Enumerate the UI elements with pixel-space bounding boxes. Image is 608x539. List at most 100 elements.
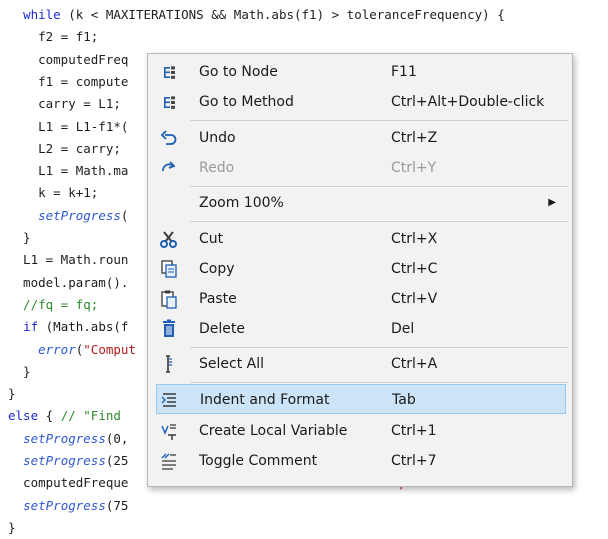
code-token: setProgress — [23, 453, 106, 468]
menu-separator — [190, 120, 568, 121]
code-token: L1 = Math.ma — [8, 163, 129, 179]
code-token: error — [38, 341, 76, 357]
code-line: } — [8, 361, 31, 383]
menu-separator — [190, 347, 568, 348]
menu-item-create-local-variable[interactable]: Create Local Variable Ctrl+1 — [156, 416, 566, 446]
menu-shortcut: Del — [391, 321, 415, 337]
menu-shortcut: Ctrl+7 — [391, 453, 437, 469]
menu-separator — [190, 382, 568, 383]
menu-item-undo[interactable]: Undo Ctrl+Z — [156, 123, 566, 153]
menu-shortcut: Ctrl+1 — [391, 423, 437, 439]
code-line: carry = L1; — [8, 93, 121, 115]
submenu-arrow-icon: ▶ — [548, 197, 556, 208]
code-token: // "Find — [60, 408, 121, 424]
menu-shortcut: Ctrl+C — [391, 261, 438, 277]
menu-separator — [190, 221, 568, 222]
code-line: L1 = Math.ma — [8, 160, 128, 182]
create-local-variable-icon — [156, 420, 182, 442]
code-token: } — [8, 519, 16, 535]
menu-shortcut: Ctrl+Y — [391, 160, 437, 176]
go-to-method-icon — [156, 91, 182, 113]
redo-icon — [156, 157, 182, 179]
menu-shortcut: Ctrl+A — [391, 356, 438, 372]
menu-item-delete[interactable]: Delete Del — [156, 314, 566, 344]
code-token: (75 — [105, 497, 129, 513]
code-token: else — [8, 408, 39, 424]
code-token: computedFreque — [8, 475, 129, 491]
code-line: setProgress(0, — [8, 428, 128, 450]
menu-label: Indent and Format — [200, 392, 330, 408]
menu-item-copy[interactable]: Copy Ctrl+C — [156, 254, 566, 284]
code-token: while — [23, 7, 61, 22]
menu-item-redo[interactable]: Redo Ctrl+Y — [156, 153, 566, 183]
code-token: carry = L1; — [8, 96, 121, 112]
code-token: } — [8, 386, 16, 402]
code-token: L1 = L1-f1*( — [8, 118, 129, 134]
menu-item-go-to-node[interactable]: Go to Node F11 — [156, 57, 566, 87]
menu-item-zoom[interactable]: Zoom 100% ▶ — [156, 188, 566, 218]
menu-shortcut: Ctrl+Z — [391, 130, 438, 146]
code-line: while (k < MAXITERATIONS && Math.abs(f1)… — [8, 4, 505, 26]
code-token: setProgress — [38, 207, 121, 223]
code-token: setProgress — [23, 497, 106, 513]
menu-item-cut[interactable]: Cut Ctrl+X — [156, 224, 566, 254]
code-token: (Math.abs(f — [38, 319, 129, 335]
menu-label: Copy — [199, 261, 235, 277]
menu-item-indent-and-format[interactable]: Indent and Format Tab — [156, 384, 566, 414]
code-line: } — [8, 517, 16, 539]
menu-label: Toggle Comment — [199, 453, 318, 469]
cut-icon — [156, 228, 182, 250]
code-token: f1 = compute — [8, 73, 129, 89]
menu-label: Go to Method — [199, 94, 294, 110]
code-line: } — [8, 383, 16, 405]
delete-icon — [156, 318, 182, 340]
select-all-icon — [156, 353, 182, 375]
menu-label: Redo — [199, 160, 235, 176]
code-line: //fq = fq; — [8, 294, 98, 316]
menu-label: Paste — [199, 291, 237, 307]
undo-icon — [156, 127, 182, 149]
code-line: setProgress( — [8, 205, 128, 227]
code-token: k = k+1; — [8, 185, 99, 201]
copy-icon — [156, 258, 182, 280]
menu-label: Create Local Variable — [199, 423, 348, 439]
indent-format-icon — [157, 389, 183, 411]
menu-label: Cut — [199, 231, 224, 247]
code-token: (25 — [105, 453, 129, 468]
menu-label: Zoom 100% — [199, 195, 284, 211]
context-menu: Go to Node F11 Go to Method Ctrl+Alt+Dou… — [147, 53, 573, 487]
menu-label: Undo — [199, 130, 236, 146]
code-line: f2 = f1; — [8, 26, 98, 48]
menu-shortcut: Ctrl+Alt+Double-click — [391, 94, 545, 110]
code-line: if (Math.abs(f — [8, 316, 128, 338]
code-token: //fq = fq; — [8, 296, 99, 312]
code-token: model.param(). — [8, 274, 129, 290]
code-line: } — [8, 227, 31, 249]
toggle-comment-icon — [156, 450, 182, 472]
menu-item-paste[interactable]: Paste Ctrl+V — [156, 284, 566, 314]
menu-item-go-to-method[interactable]: Go to Method Ctrl+Alt+Double-click — [156, 87, 566, 117]
code-token: { — [38, 408, 61, 424]
code-line: computedFreq — [8, 49, 128, 71]
code-token: L2 = carry; — [8, 140, 121, 156]
go-to-node-icon — [156, 61, 182, 83]
code-line: k = k+1; — [8, 182, 98, 204]
code-token: (k < MAXITERATIONS && Math.abs(f1) > tol… — [60, 7, 505, 22]
menu-item-toggle-comment[interactable]: Toggle Comment Ctrl+7 — [156, 446, 566, 476]
menu-shortcut: Tab — [392, 392, 416, 408]
menu-item-select-all[interactable]: Select All Ctrl+A — [156, 349, 566, 379]
code-line: else { // "Find — [8, 405, 121, 427]
code-token: ( — [120, 207, 129, 223]
code-line: model.param(). — [8, 272, 128, 294]
menu-label: Go to Node — [199, 64, 278, 80]
menu-label: Select All — [199, 356, 264, 372]
code-token: computedFreq — [8, 51, 129, 67]
menu-separator — [190, 186, 568, 187]
